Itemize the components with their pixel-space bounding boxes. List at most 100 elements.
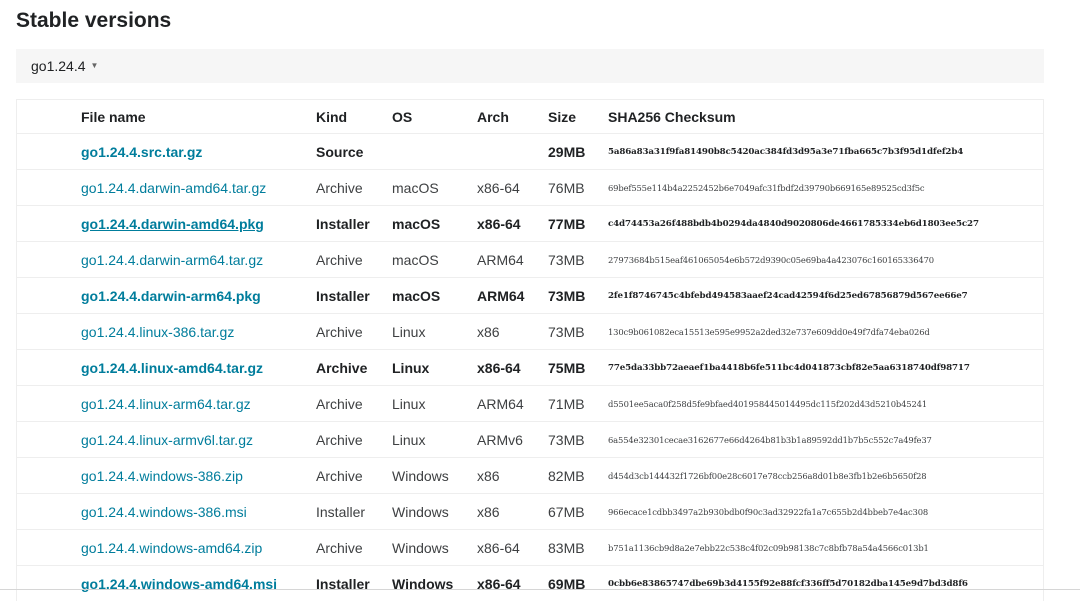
- cell-os: macOS: [392, 170, 477, 206]
- cell-file-name: go1.24.4.darwin-amd64.tar.gz: [17, 170, 316, 206]
- cell-size: 67MB: [548, 494, 608, 530]
- cell-size: 29MB: [548, 134, 608, 170]
- cell-kind: Installer: [316, 566, 392, 601]
- cell-arch: ARM64: [477, 386, 548, 422]
- cell-checksum: 966ecace1cdbb3497a2b930bdb0f90c3ad32922f…: [608, 494, 1043, 530]
- cell-file-name: go1.24.4.darwin-arm64.pkg: [17, 278, 316, 314]
- header-arch: Arch: [477, 100, 548, 134]
- cell-os: Windows: [392, 458, 477, 494]
- cell-arch: x86-64: [477, 350, 548, 386]
- cell-checksum: 69bef555e114b4a2252452b6e7049afc31fbdf2d…: [608, 170, 1043, 206]
- download-link[interactable]: go1.24.4.src.tar.gz: [81, 144, 202, 160]
- cell-kind: Archive: [316, 458, 392, 494]
- cell-arch: x86-64: [477, 566, 548, 601]
- table-row: go1.24.4.windows-amd64.msiInstallerWindo…: [17, 566, 1043, 601]
- cell-kind: Archive: [316, 386, 392, 422]
- cell-arch: x86-64: [477, 170, 548, 206]
- cell-kind: Installer: [316, 278, 392, 314]
- cell-file-name: go1.24.4.linux-amd64.tar.gz: [17, 350, 316, 386]
- download-link[interactable]: go1.24.4.darwin-amd64.tar.gz: [81, 180, 266, 196]
- cell-checksum: b751a1136cb9d8a2e7ebb22c538c4f02c09b9813…: [608, 530, 1043, 566]
- cell-checksum: d454d3cb144432f1726bf00e28c6017e78ccb256…: [608, 458, 1043, 494]
- cell-kind: Installer: [316, 206, 392, 242]
- header-size: Size: [548, 100, 608, 134]
- cell-os: macOS: [392, 278, 477, 314]
- cell-os: Linux: [392, 314, 477, 350]
- table-row: go1.24.4.darwin-amd64.pkgInstallermacOSx…: [17, 206, 1043, 242]
- download-link[interactable]: go1.24.4.windows-386.msi: [81, 504, 247, 520]
- cell-file-name: go1.24.4.linux-armv6l.tar.gz: [17, 422, 316, 458]
- cell-os: macOS: [392, 242, 477, 278]
- cell-os: Linux: [392, 386, 477, 422]
- cell-file-name: go1.24.4.windows-386.msi: [17, 494, 316, 530]
- cell-checksum: 6a554e32301cecae3162677e66d4264b81b3b1a8…: [608, 422, 1043, 458]
- page-title: Stable versions: [16, 9, 171, 33]
- cell-arch: x86-64: [477, 530, 548, 566]
- download-link[interactable]: go1.24.4.darwin-arm64.tar.gz: [81, 252, 263, 268]
- download-link[interactable]: go1.24.4.darwin-arm64.pkg: [81, 288, 261, 304]
- cell-size: 82MB: [548, 458, 608, 494]
- cell-os: Windows: [392, 566, 477, 601]
- cell-file-name: go1.24.4.linux-arm64.tar.gz: [17, 386, 316, 422]
- cell-size: 73MB: [548, 278, 608, 314]
- cell-size: 73MB: [548, 314, 608, 350]
- cell-kind: Source: [316, 134, 392, 170]
- download-link[interactable]: go1.24.4.darwin-amd64.pkg: [81, 216, 264, 232]
- cell-checksum: c4d74453a26f488bdb4b0294da4840d9020806de…: [608, 206, 1043, 242]
- cell-arch: ARM64: [477, 242, 548, 278]
- cell-checksum: 0cbb6e83865747dbe69b3d4155f92e88fcf336ff…: [608, 566, 1043, 601]
- cell-os: Windows: [392, 494, 477, 530]
- table-row: go1.24.4.linux-amd64.tar.gzArchiveLinuxx…: [17, 350, 1043, 386]
- cell-kind: Archive: [316, 170, 392, 206]
- download-link[interactable]: go1.24.4.linux-amd64.tar.gz: [81, 360, 263, 376]
- download-link[interactable]: go1.24.4.windows-amd64.zip: [81, 540, 262, 556]
- cell-size: 69MB: [548, 566, 608, 601]
- cell-size: 71MB: [548, 386, 608, 422]
- cell-arch: x86: [477, 458, 548, 494]
- table-row: go1.24.4.darwin-arm64.pkgInstallermacOSA…: [17, 278, 1043, 314]
- bottom-divider: [0, 589, 1080, 590]
- cell-arch: x86-64: [477, 206, 548, 242]
- table-row: go1.24.4.windows-386.zip ArchiveWindowsx8…: [17, 458, 1043, 494]
- cell-arch: [477, 134, 548, 170]
- cell-arch: x86: [477, 494, 548, 530]
- version-toggle[interactable]: go1.24.4 ▼: [16, 49, 1044, 83]
- header-checksum: SHA256 Checksum: [608, 100, 1043, 134]
- cell-os: Windows: [392, 530, 477, 566]
- cell-kind: Archive: [316, 242, 392, 278]
- table-header-row: File name Kind OS Arch Size SHA256 Check…: [17, 100, 1043, 134]
- cell-kind: Archive: [316, 314, 392, 350]
- cell-os: Linux: [392, 422, 477, 458]
- cell-size: 73MB: [548, 422, 608, 458]
- cell-file-name: go1.24.4.windows-386.zip: [17, 458, 316, 494]
- downloads-table: File name Kind OS Arch Size SHA256 Check…: [17, 100, 1043, 601]
- table-row: go1.24.4.src.tar.gz Source 29MB5a86a83a31f…: [17, 134, 1043, 170]
- cell-file-name: go1.24.4.linux-386.tar.gz: [17, 314, 316, 350]
- table-row: go1.24.4.linux-arm64.tar.gz ArchiveLinuxA…: [17, 386, 1043, 422]
- table-row: go1.24.4.darwin-arm64.tar.gz ArchivemacOS…: [17, 242, 1043, 278]
- table-row: go1.24.4.darwin-amd64.tar.gz ArchivemacOS…: [17, 170, 1043, 206]
- download-link[interactable]: go1.24.4.windows-386.zip: [81, 468, 243, 484]
- download-link[interactable]: go1.24.4.linux-arm64.tar.gz: [81, 396, 251, 412]
- header-kind: Kind: [316, 100, 392, 134]
- cell-size: 77MB: [548, 206, 608, 242]
- cell-checksum: 77e5da33bb72aeaef1ba4418b6fe511bc4d04187…: [608, 350, 1043, 386]
- cell-size: 83MB: [548, 530, 608, 566]
- table-row: go1.24.4.linux-armv6l.tar.gz ArchiveLinux…: [17, 422, 1043, 458]
- cell-arch: x86: [477, 314, 548, 350]
- cell-file-name: go1.24.4.windows-amd64.msi: [17, 566, 316, 601]
- cell-os: Linux: [392, 350, 477, 386]
- cell-file-name: go1.24.4.darwin-amd64.pkg: [17, 206, 316, 242]
- downloads-table-container: File name Kind OS Arch Size SHA256 Check…: [16, 99, 1044, 601]
- table-body: go1.24.4.src.tar.gz Source 29MB5a86a83a31f…: [17, 134, 1043, 601]
- cell-checksum: 5a86a83a31f9fa81490b8c5420ac384fd3d95a3e…: [608, 134, 1043, 170]
- download-link[interactable]: go1.24.4.linux-armv6l.tar.gz: [81, 432, 253, 448]
- cell-checksum: d5501ee5aca0f258d5fe9bfaed40195844501449…: [608, 386, 1043, 422]
- cell-checksum: 130c9b061082eca15513e595e9952a2ded32e737…: [608, 314, 1043, 350]
- cell-arch: ARMv6: [477, 422, 548, 458]
- version-label: go1.24.4: [31, 58, 86, 74]
- cell-kind: Archive: [316, 422, 392, 458]
- download-link[interactable]: go1.24.4.linux-386.tar.gz: [81, 324, 234, 340]
- caret-down-icon: ▼: [91, 61, 99, 70]
- cell-size: 75MB: [548, 350, 608, 386]
